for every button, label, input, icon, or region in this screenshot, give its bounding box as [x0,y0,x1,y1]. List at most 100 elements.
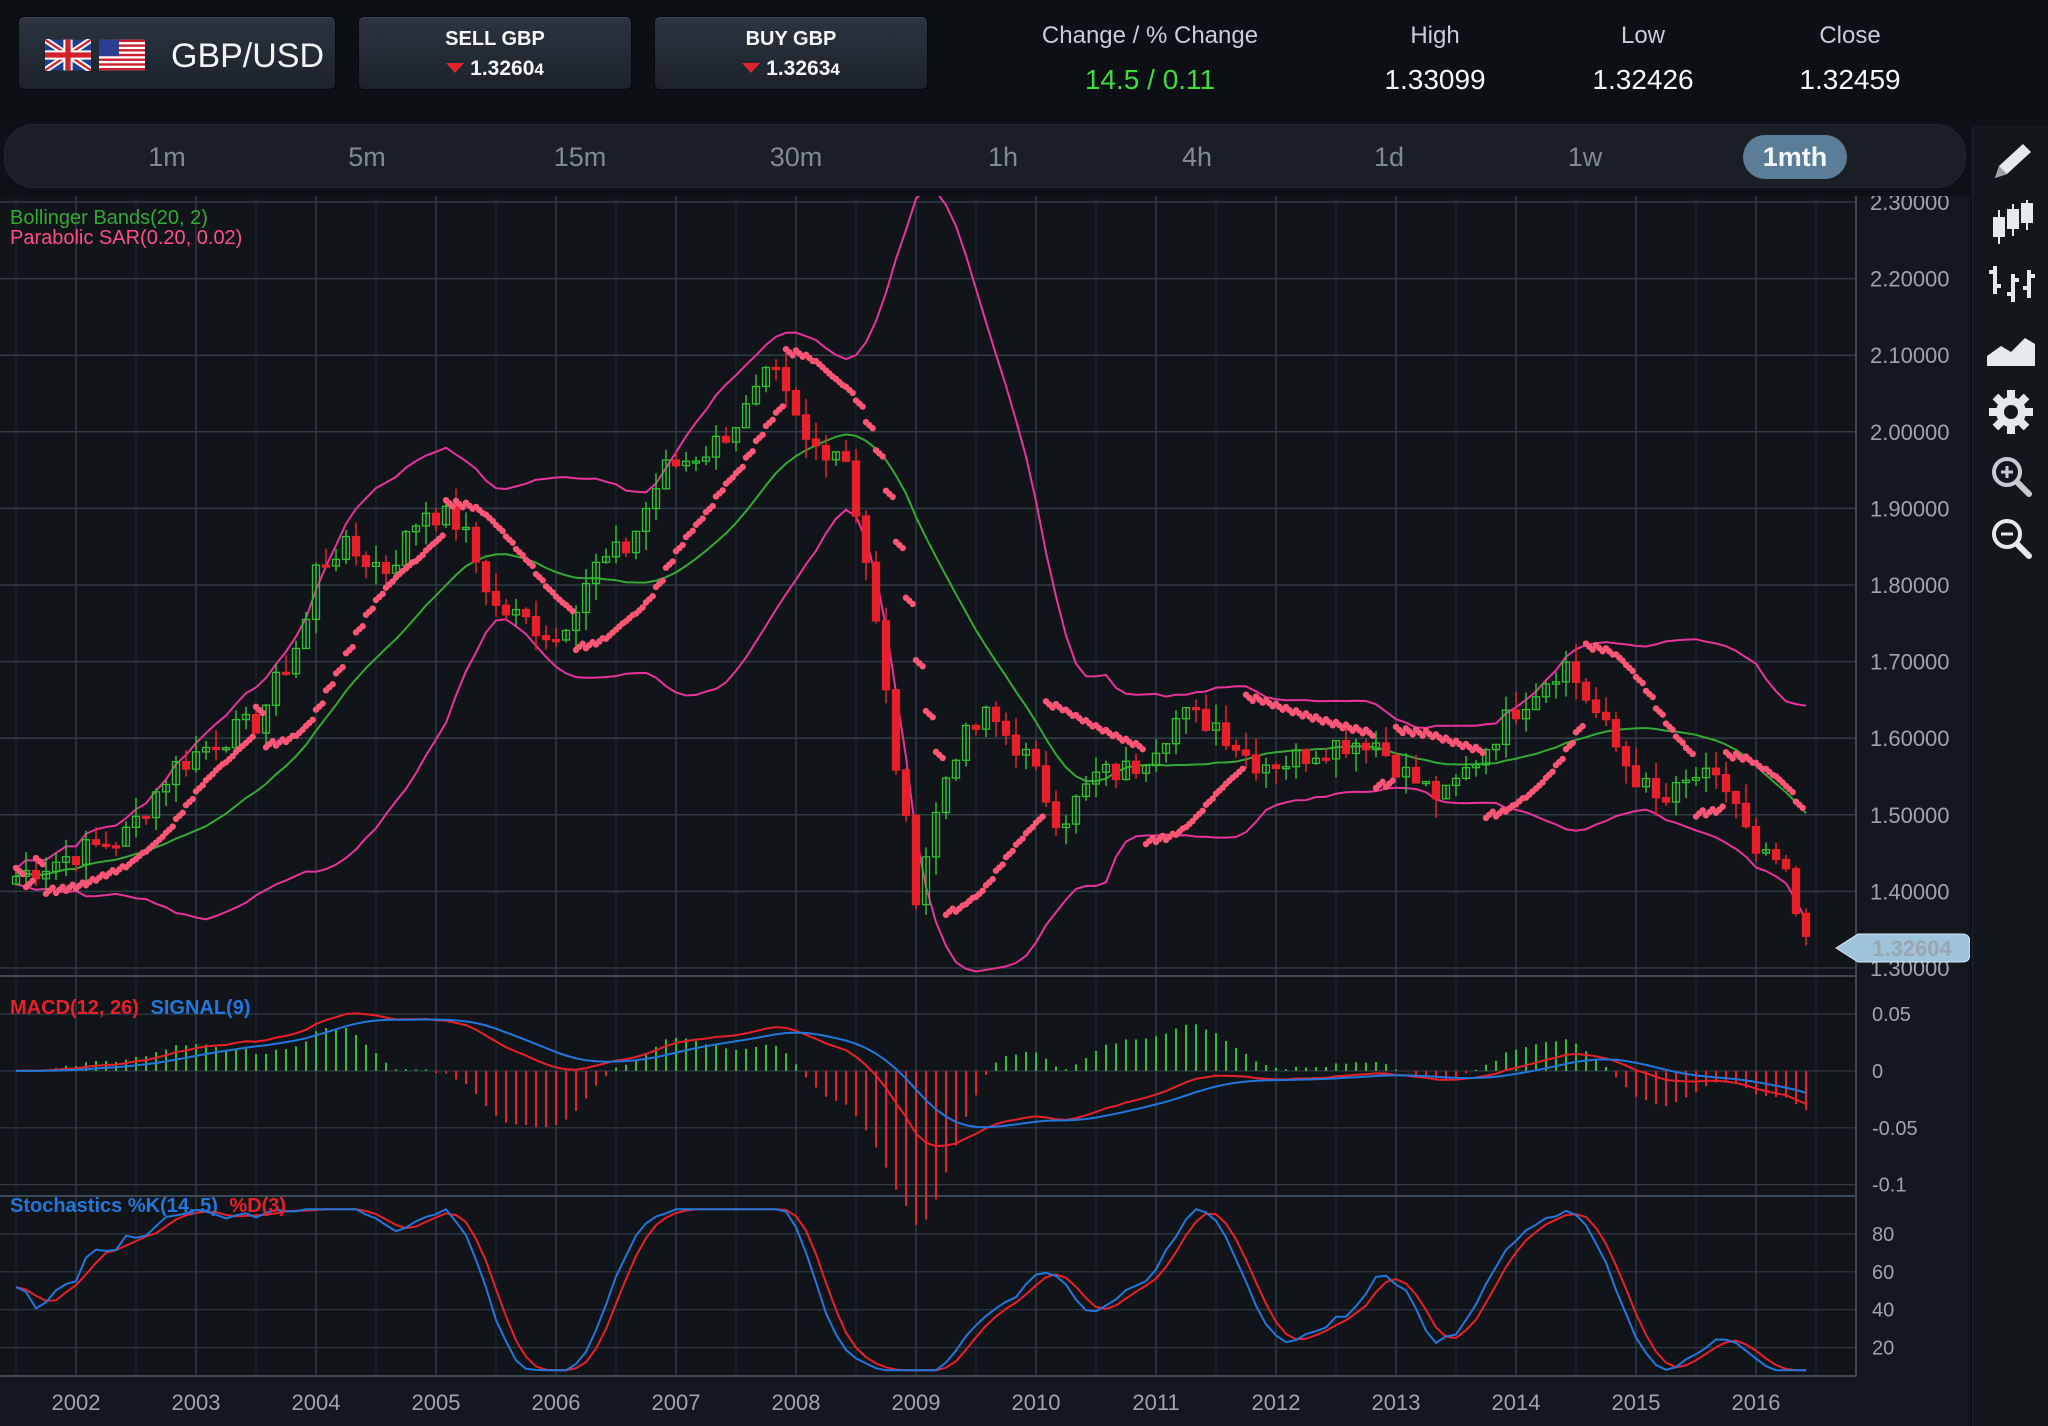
sar-dot [1719,803,1726,810]
candle-body [1031,748,1041,767]
candle-body [1601,711,1611,721]
sar-dot [1579,722,1586,730]
timeframe-1w[interactable]: 1w [1535,135,1635,179]
candle-body [111,845,121,849]
x-tick-label: 2005 [412,1390,461,1415]
timeframe-15m[interactable]: 15m [525,135,635,179]
timeframe-4h[interactable]: 4h [1147,135,1247,179]
sar-dot [849,389,856,397]
candle-body [1321,757,1331,761]
candle-body [361,555,371,567]
candle-body [1511,709,1521,720]
d-series-name: %D(3) [229,1195,286,1217]
stat-low-label: Low [1620,22,1666,49]
candle-body [991,706,1001,723]
candle-body [1231,744,1241,751]
candle-body [801,414,811,440]
signal-series-name: SIGNAL(9) [150,997,250,1019]
sar-dot [1369,732,1376,739]
macd-tick-label: 0.05 [1872,1004,1911,1026]
macd-tick-label: 0 [1872,1061,1883,1083]
sar-dot [379,590,386,598]
bollinger-legend: Bollinger Bands(20, 2) [10,207,208,229]
candle-body [1411,766,1421,784]
candle-body [1651,777,1661,799]
sell-price-pip: 4 [534,60,544,79]
k-series-name: %K(14, 5) [128,1195,218,1217]
sar-dot [499,527,506,535]
uk-flag-icon [45,39,91,71]
timeframe-5m[interactable]: 5m [317,135,417,179]
sar-dot [699,515,706,522]
price-chart[interactable]: 2002 2003 2004 2005 2006 2007 2008 2009 2010 2011… [0,196,1970,1426]
sar-dot [449,503,456,510]
timeframe-1d[interactable]: 1d [1339,135,1439,179]
zoom-out-icon[interactable] [1979,510,2043,566]
zoom-in-icon[interactable] [1979,448,2043,504]
candle-body [1271,764,1281,770]
buy-gbp-button[interactable]: BUY GBP 1.32634 [654,16,928,90]
area-chart-icon[interactable] [1979,322,2043,378]
sar-dot [879,453,886,460]
ohlc-bars-icon[interactable] [1979,258,2043,314]
timeframe-1h[interactable]: 1h [953,135,1053,179]
pencil-icon[interactable] [1979,136,2043,192]
candle-body [1191,706,1201,711]
candle-body [1391,754,1401,778]
candle-body [821,445,831,461]
candle-body [91,839,101,845]
candle-body [1591,699,1601,714]
stoch-tick-label: 80 [1872,1224,1894,1246]
currency-pair-label: GBP/USD [171,37,325,75]
sar-dot [1559,755,1566,763]
sar-dot [769,416,776,423]
sar-dot [929,714,936,721]
down-arrow-icon [742,63,761,73]
stat-high-value: 1.33099 [1384,64,1486,95]
timeframe-1mth[interactable]: 1mth [1743,135,1847,179]
candle-body [1571,661,1581,684]
x-tick-label: 2013 [1372,1390,1421,1415]
candle-body [1801,912,1811,937]
stoch-tick-label: 40 [1872,1300,1894,1322]
sar-dot [779,403,786,410]
buy-price-pip: 4 [830,60,840,79]
timeframe-30m[interactable]: 30m [741,135,851,179]
candle-body [1361,742,1371,751]
x-tick-label: 2002 [52,1390,101,1415]
sar-dot [709,502,716,510]
candle-body [1001,720,1011,736]
candlestick-icon[interactable] [1979,196,2043,252]
sar-dot [439,532,446,539]
gear-icon[interactable] [1979,384,2043,440]
candle-body [971,724,981,730]
candle-body [521,608,531,618]
candle-body [791,389,801,416]
sar-dot [1139,746,1146,753]
macd-tick-label: -0.05 [1872,1118,1918,1140]
sar-dot [889,493,896,501]
candle-body [871,561,881,622]
candle-body [1631,765,1641,788]
currency-pair-selector[interactable]: GBP/USD [18,16,336,90]
y-tick-label: 1.70000 [1870,650,1950,675]
sar-dot [249,733,256,740]
candle-body [1051,801,1061,829]
x-tick-label: 2006 [532,1390,581,1415]
buy-label: BUY GBP [745,28,837,50]
y-tick-label: 1.90000 [1870,496,1950,521]
candle-body [551,638,561,643]
candle-body [891,689,901,771]
sell-price: 1.32604 [359,57,631,81]
candle-body [851,460,861,517]
chart-tools [1972,126,2048,1426]
stoch-tick-label: 60 [1872,1262,1894,1284]
candle-body [181,761,191,770]
timeframe-1m[interactable]: 1m [117,135,217,179]
sell-gbp-button[interactable]: SELL GBP 1.32604 [358,16,632,90]
buy-price-main: 1.3263 [766,57,831,80]
x-tick-label: 2016 [1732,1390,1781,1415]
candle-body [431,512,441,526]
candle-body [1301,749,1311,764]
stat-low-value: 1.32426 [1592,64,1694,95]
